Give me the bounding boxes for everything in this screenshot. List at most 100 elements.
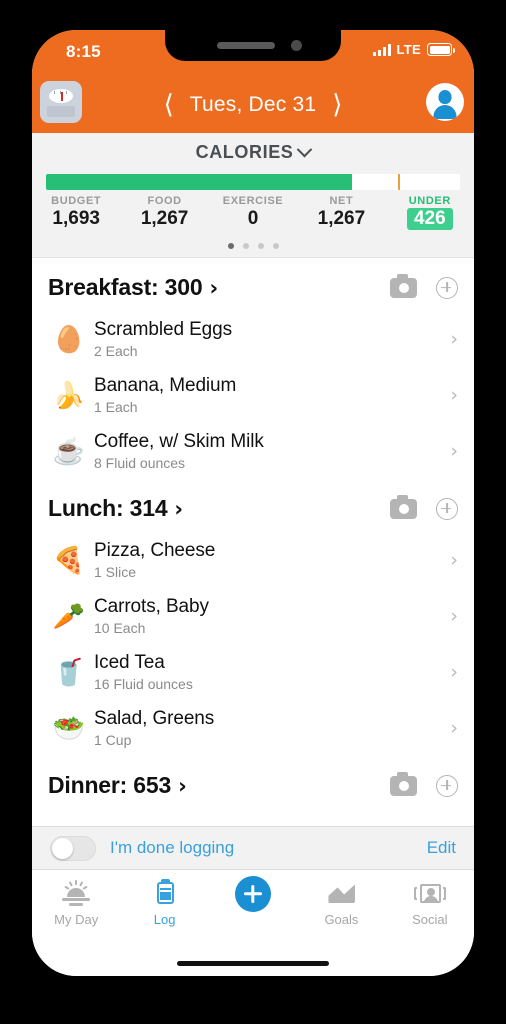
food-name: Coffee, w/ Skim Milk	[94, 431, 264, 452]
clipboard-icon	[148, 878, 182, 908]
meal-header[interactable]: Dinner: 653 ›	[32, 756, 474, 809]
page-dot[interactable]	[242, 243, 249, 249]
food-name: Salad, Greens	[94, 708, 215, 729]
chevron-right-icon[interactable]: ›	[450, 328, 458, 350]
chevron-right-icon[interactable]: ›	[209, 276, 218, 300]
iced-tea-icon: 🥤	[52, 657, 86, 687]
progress-marker	[397, 174, 400, 190]
plus-circle-icon[interactable]	[436, 774, 458, 797]
home-indicator[interactable]	[177, 961, 329, 966]
stat-value: 1,267	[317, 208, 366, 229]
page-dots[interactable]	[32, 243, 474, 249]
pizza-icon: 🍕	[52, 545, 86, 575]
signal-bars-icon	[372, 43, 391, 56]
done-logging-toggle[interactable]	[50, 835, 96, 861]
tab-label: Social	[412, 912, 448, 927]
stat-value: 1,267	[140, 208, 189, 229]
food-amount: 10 Each	[94, 620, 146, 636]
stat-under: UNDER 426	[386, 195, 474, 230]
camera-icon[interactable]	[390, 494, 417, 519]
coffee-icon: ☕	[52, 436, 86, 466]
edit-button[interactable]: Edit	[427, 838, 456, 858]
chevron-down-icon	[297, 141, 313, 158]
food-row[interactable]: 🥚 Scrambled Eggs 2 Each ›	[32, 311, 474, 367]
plus-circle-icon[interactable]	[436, 497, 458, 520]
done-logging-label: I'm done logging	[110, 838, 235, 857]
meal-list[interactable]: Breakfast: 300 › 🥚 Scrambled Eggs 2 Each › 🍌 Ba…	[32, 258, 474, 863]
tab-label: Log	[153, 912, 176, 927]
battery-icon	[427, 43, 455, 56]
stat-label: FOOD	[147, 195, 182, 207]
calorie-progress-bar	[46, 174, 460, 190]
chevron-right-icon[interactable]: ›	[178, 774, 187, 798]
stat-label: BUDGET	[51, 195, 102, 207]
plus-button-icon[interactable]	[235, 876, 272, 912]
meal-title: Breakfast: 300	[48, 274, 203, 300]
food-name: Banana, Medium	[94, 375, 237, 396]
sunrise-icon	[59, 878, 93, 908]
summary-title: CALORIES	[195, 142, 294, 162]
food-amount: 1 Cup	[94, 732, 132, 748]
stat-value: 1,693	[52, 208, 100, 229]
page-dot[interactable]	[257, 243, 264, 249]
phone-screen: 8:15 LTE ⟨ Tues, Dec 31 ⟩ CALORIES BUDGE…	[32, 30, 474, 976]
stat-food: FOOD 1,267	[120, 195, 208, 230]
banana-icon: 🍌	[52, 380, 86, 410]
food-row[interactable]: 🍌 Banana, Medium 1 Each ›	[32, 367, 474, 423]
food-row[interactable]: ☕ Coffee, w/ Skim Milk 8 Fluid ounces ›	[32, 423, 474, 479]
camera-icon[interactable]	[390, 273, 417, 298]
chevron-right-icon[interactable]: ›	[174, 497, 183, 521]
food-amount: 16 Fluid ounces	[94, 676, 193, 692]
food-row[interactable]: 🥤 Iced Tea 16 Fluid ounces ›	[32, 644, 474, 700]
meal-title: Dinner: 653	[48, 772, 172, 798]
network-label: LTE	[396, 42, 421, 57]
front-camera-icon	[291, 40, 302, 51]
food-row[interactable]: 🥕 Carrots, Baby 10 Each ›	[32, 588, 474, 644]
calories-dropdown[interactable]: CALORIES	[32, 133, 474, 163]
chevron-right-icon[interactable]: ›	[450, 384, 458, 406]
carrot-icon: 🥕	[52, 601, 86, 631]
food-name: Scrambled Eggs	[94, 319, 233, 340]
mountain-icon	[324, 878, 358, 908]
page-dot[interactable]	[227, 243, 234, 249]
meal-header[interactable]: Breakfast: 300 ›	[32, 258, 474, 311]
plus-circle-icon[interactable]	[436, 276, 458, 299]
stats-row: BUDGET 1,693 FOOD 1,267 EXERCISE 0 NET 1,267 UND…	[32, 195, 474, 230]
chevron-left-icon[interactable]: ⟨	[164, 92, 174, 118]
stat-exercise: EXERCISE 0	[209, 195, 297, 230]
stat-budget: BUDGET 1,693	[32, 195, 120, 230]
page-dot[interactable]	[272, 243, 279, 249]
calorie-summary-panel: CALORIES BUDGET 1,693 FOOD 1,267 EXERCISE 0 NE…	[32, 133, 474, 258]
chevron-right-icon[interactable]: ›	[450, 717, 458, 739]
food-row[interactable]: 🥗 Salad, Greens 1 Cup ›	[32, 700, 474, 756]
under-label: UNDER	[408, 195, 451, 207]
food-amount: 2 Each	[94, 343, 138, 359]
stat-net: NET 1,267	[297, 195, 385, 230]
chevron-right-icon[interactable]: ›	[450, 440, 458, 462]
status-clock: 8:15	[66, 42, 101, 61]
notch	[165, 30, 341, 61]
food-amount: 8 Fluid ounces	[94, 455, 186, 471]
food-row[interactable]: 🍕 Pizza, Cheese 1 Slice ›	[32, 532, 474, 588]
chevron-right-icon[interactable]: ⟩	[332, 92, 342, 118]
chevron-right-icon[interactable]: ›	[450, 605, 458, 627]
people-icon	[413, 878, 447, 908]
stat-value: 0	[247, 208, 259, 229]
under-badge: 426	[406, 208, 453, 230]
status-indicators: LTE	[372, 42, 455, 57]
food-amount: 1 Slice	[94, 564, 137, 580]
stat-label: EXERCISE	[222, 195, 284, 207]
user-avatar-icon[interactable]	[426, 83, 464, 121]
app-header: ⟨ Tues, Dec 31 ⟩	[32, 76, 474, 133]
meal-title: Lunch: 314	[48, 495, 168, 521]
chevron-right-icon[interactable]: ›	[450, 661, 458, 683]
food-amount: 1 Each	[94, 399, 138, 415]
tab-label: My Day	[54, 912, 99, 927]
tab-my-day[interactable]: My Day	[32, 878, 120, 976]
tab-social[interactable]: Social	[386, 878, 474, 976]
chevron-right-icon[interactable]: ›	[450, 549, 458, 571]
food-name: Pizza, Cheese	[94, 540, 216, 561]
meal-header[interactable]: Lunch: 314 ›	[32, 479, 474, 532]
camera-icon[interactable]	[390, 771, 417, 796]
food-name: Iced Tea	[94, 652, 165, 673]
